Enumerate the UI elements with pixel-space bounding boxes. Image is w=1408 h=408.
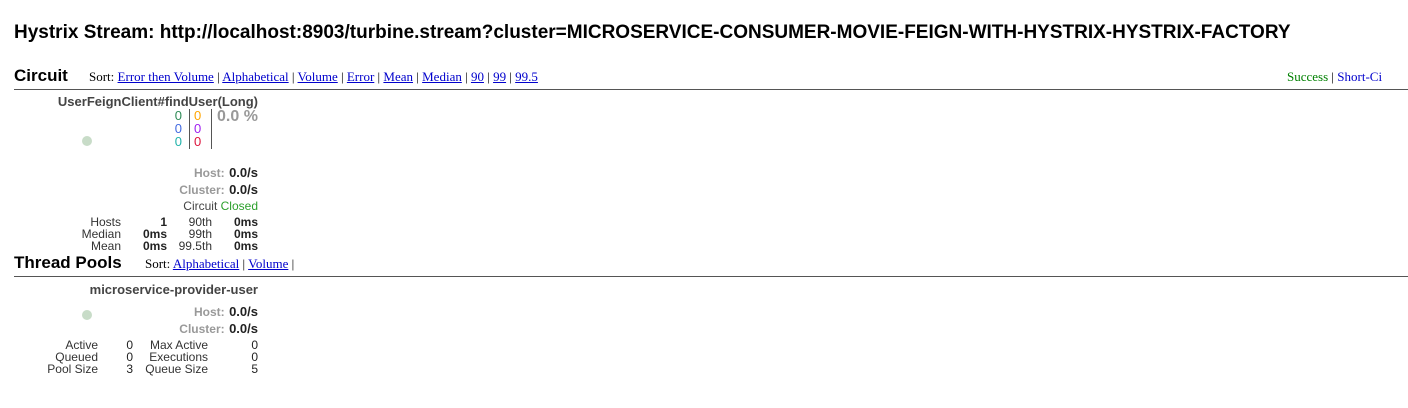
host-value: 0.0/s (229, 165, 258, 180)
tp-cluster-value: 0.0/s (229, 321, 258, 336)
tp-sort-link-alphabetical[interactable]: Alphabetical (173, 256, 239, 271)
circuit-host-rate: Host: 0.0/s (150, 164, 258, 182)
legend-separator: | (1331, 69, 1335, 84)
threadpool-name: microservice-provider-user (89, 282, 258, 297)
p995-label: 99.5th (178, 239, 212, 253)
stat-labels-col1: Hosts Median Mean (70, 216, 121, 252)
sort-link-99-5[interactable]: 99.5 (515, 69, 538, 84)
cluster-value: 0.0/s (229, 182, 258, 197)
tp-queuesize-label: Queue Size (145, 362, 208, 376)
circuit-section-title: Circuit (14, 66, 68, 85)
circuit-legend: Success | Short-Ci (1287, 69, 1382, 85)
stat-values-col1: 1 0ms 0ms (130, 216, 167, 252)
sort-link-alphabetical[interactable]: Alphabetical (222, 69, 288, 84)
error-percentage: 0.0 % (217, 108, 258, 125)
circuit-status: Circuit Closed (150, 199, 258, 213)
tp-values-col1: 0 0 3 (110, 339, 133, 375)
count-failure: 0 (194, 134, 202, 149)
tp-cluster-label: Cluster: (179, 322, 225, 336)
circuit-divider (14, 89, 1408, 90)
stat-values-col2: 0ms 0ms 0ms (220, 216, 258, 252)
circuit-name: UserFeignClient#findUser(Long) (57, 94, 258, 109)
circuit-status-label: Circuit (183, 199, 218, 213)
circuit-sort-bar: Sort: Error then Volume | Alphabetical |… (89, 69, 538, 84)
tp-labels-col2: Max Active Executions Queue Size (140, 339, 208, 375)
page-title: Hystrix Stream: http://localhost:8903/tu… (14, 22, 1291, 43)
circuit-cluster-rate: Cluster: 0.0/s (150, 181, 258, 199)
tp-sort-label: Sort: (145, 256, 171, 271)
sort-link-median[interactable]: Median (422, 69, 462, 84)
mean-label: Mean (90, 239, 121, 253)
sort-link-error[interactable]: Error (347, 69, 374, 84)
threadpool-health-bubble (82, 310, 92, 320)
tp-values-col2: 0 0 5 (230, 339, 258, 375)
sort-link-90[interactable]: 90 (471, 69, 484, 84)
sort-label: Sort: (89, 69, 115, 84)
sort-link-error-then-volume[interactable]: Error then Volume (118, 69, 214, 84)
tp-queuesize-value: 5 (251, 362, 258, 376)
threadpool-sort-bar: Sort: Alphabetical | Volume | (145, 256, 295, 271)
circuit-health-bubble (82, 136, 92, 146)
tp-host-label: Host: (193, 305, 225, 319)
counts-divider-2 (211, 109, 212, 149)
counts-divider-1 (189, 109, 190, 149)
sort-link-volume[interactable]: Volume (298, 69, 338, 84)
tp-labels-col1: Active Queued Pool Size (40, 339, 98, 375)
tp-sort-link-volume[interactable]: Volume (248, 256, 288, 271)
threadpool-divider (14, 276, 1408, 277)
counts-right: 0 0 0 (194, 109, 206, 148)
p995-value: 0ms (233, 239, 258, 253)
legend-success: Success (1287, 69, 1329, 84)
tp-host-value: 0.0/s (229, 304, 258, 319)
sort-link-99[interactable]: 99 (493, 69, 506, 84)
cluster-label: Cluster: (179, 183, 225, 197)
legend-short-circuited: Short-Ci (1337, 69, 1383, 84)
tp-cluster-rate: Cluster: 0.0/s (150, 320, 258, 338)
tp-poolsize-label: Pool Size (47, 362, 98, 376)
stat-labels-col2: 90th 99th 99.5th (172, 216, 212, 252)
tp-poolsize-value: 3 (126, 362, 133, 376)
count-bad-request: 0 (174, 134, 182, 149)
host-label: Host: (193, 166, 225, 180)
mean-value: 0ms (142, 239, 167, 253)
counts-left: 0 0 0 (168, 109, 182, 148)
circuit-status-value: Closed (220, 199, 258, 213)
threadpool-section-title: Thread Pools (14, 253, 122, 272)
tp-host-rate: Host: 0.0/s (150, 303, 258, 321)
sort-link-mean[interactable]: Mean (383, 69, 413, 84)
